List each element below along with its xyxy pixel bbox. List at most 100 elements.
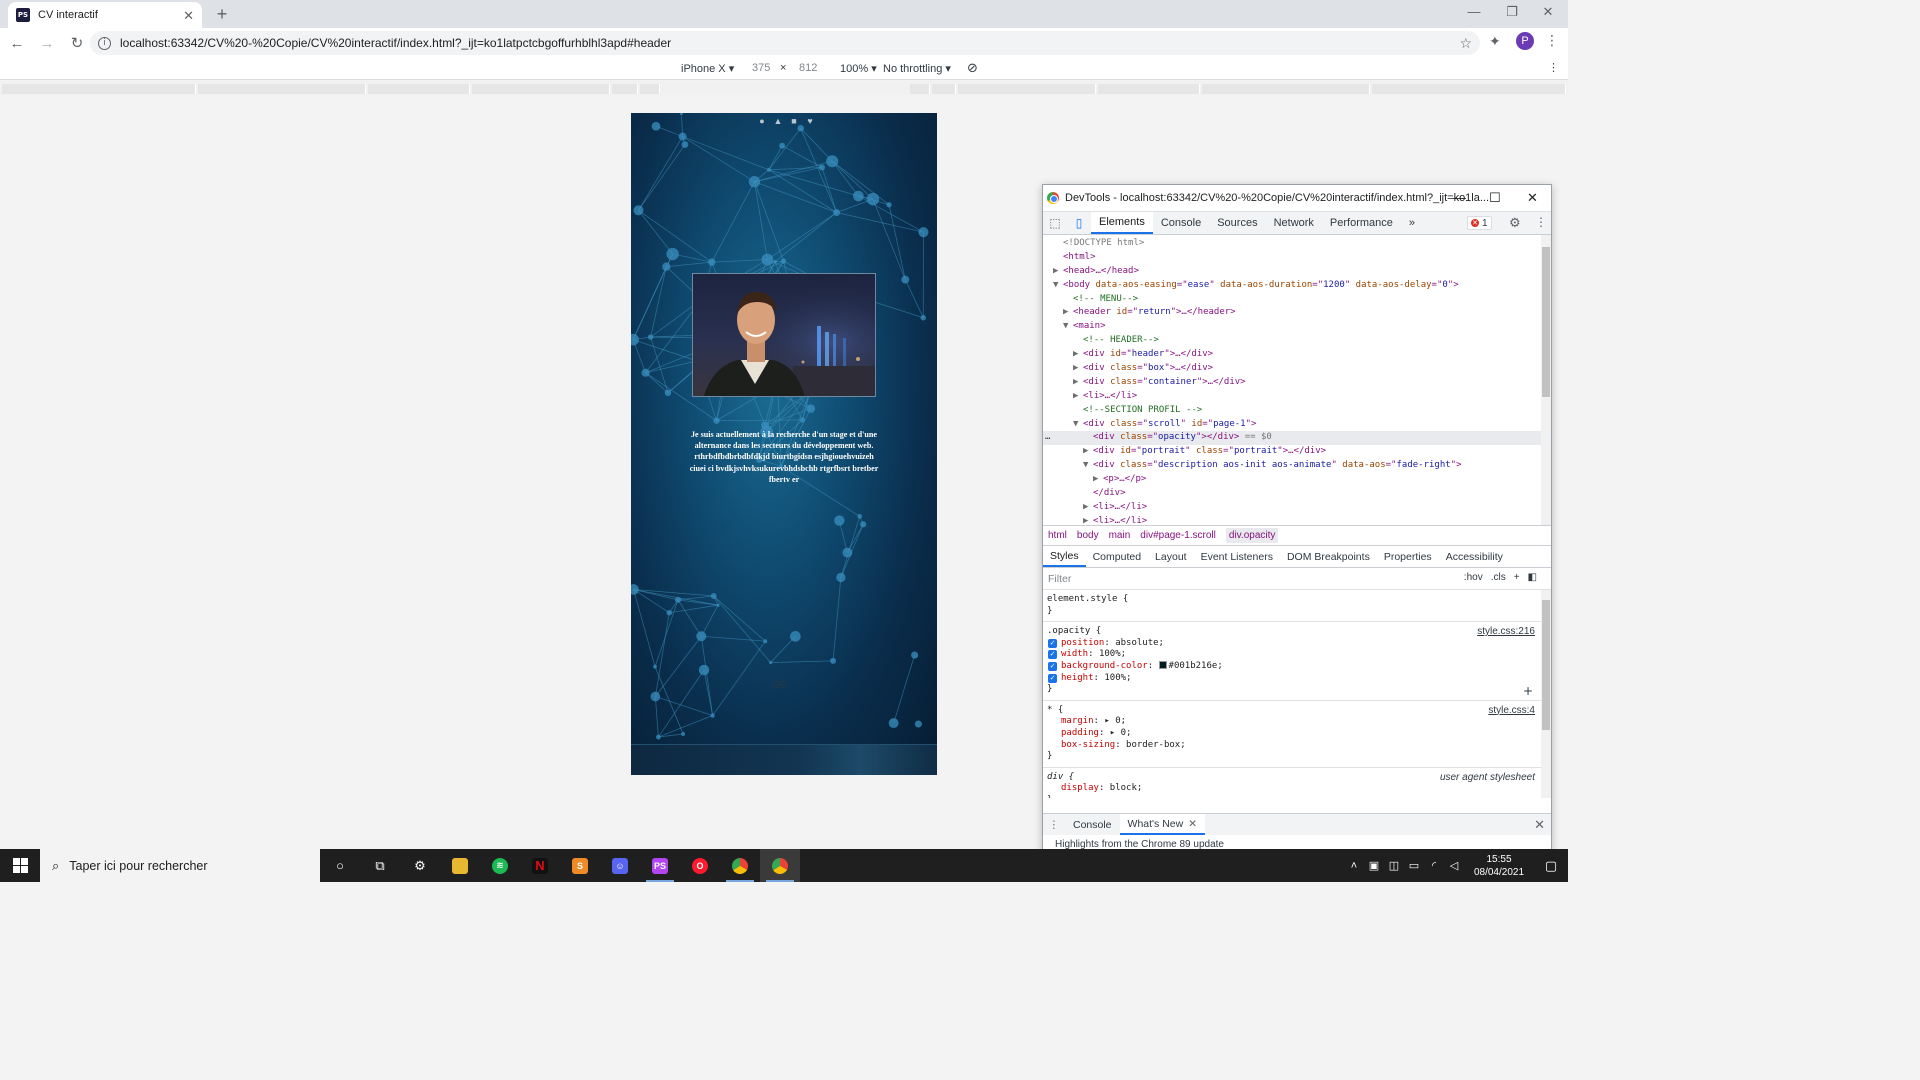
property-name[interactable]: background-color — [1061, 661, 1148, 671]
property-value[interactable]: ▸ 0; — [1110, 728, 1132, 738]
notifications-icon[interactable]: ▢ — [1534, 858, 1568, 874]
minimize-icon[interactable]: — — [1454, 4, 1494, 19]
subtab-styles[interactable]: Styles — [1043, 546, 1086, 567]
property-name[interactable]: height — [1061, 673, 1094, 683]
media-query-segment[interactable] — [2, 84, 196, 94]
tab-elements[interactable]: Elements — [1091, 212, 1153, 234]
tab-performance[interactable]: Performance — [1322, 212, 1401, 234]
property-value[interactable]: 100%; — [1099, 649, 1126, 659]
dom-node[interactable]: <!-- HEADER--> — [1043, 334, 1551, 348]
dom-node[interactable]: ▶ <p>…</p> — [1043, 473, 1551, 487]
media-query-segment[interactable] — [612, 84, 638, 94]
css-declaration[interactable]: ✓ position: absolute; — [1047, 638, 1547, 650]
profile-avatar[interactable]: P — [1516, 32, 1534, 50]
graduation-cap-icon[interactable]: ▲ — [773, 116, 783, 126]
battery-icon[interactable]: ▭ — [1404, 859, 1424, 872]
drawer-menu-icon[interactable]: ⋮ — [1043, 814, 1065, 835]
property-value[interactable]: ▸ 0; — [1104, 716, 1126, 726]
scrollbar-thumb[interactable] — [1542, 247, 1550, 397]
dom-node[interactable]: ▶ <div id="portrait" class="portrait">…</… — [1043, 445, 1551, 459]
dom-node[interactable]: <!DOCTYPE html> — [1043, 237, 1551, 251]
heart-icon[interactable]: ♥ — [805, 116, 815, 126]
rotate-disabled-icon[interactable]: ⊘ — [967, 60, 978, 76]
css-declaration[interactable]: margin: ▸ 0; — [1047, 716, 1547, 728]
property-value[interactable]: 100%; — [1104, 673, 1131, 683]
discord-icon[interactable]: ☺ — [600, 849, 640, 882]
new-tab-button[interactable]: + — [212, 4, 232, 24]
dom-node[interactable]: ▶ <div class="container">…</div> — [1043, 376, 1551, 390]
tab-sources[interactable]: Sources — [1209, 212, 1265, 234]
phpstorm-icon[interactable]: PS — [640, 849, 680, 882]
css-declaration[interactable]: box-sizing: border-box; — [1047, 740, 1547, 752]
scroll-down-icon[interactable]: ⊙⊙ — [772, 678, 789, 691]
styles-scrollbar[interactable] — [1541, 590, 1551, 798]
rule-selector[interactable]: * { — [1047, 705, 1547, 717]
property-value[interactable]: block; — [1110, 783, 1143, 793]
property-name[interactable]: margin — [1061, 716, 1094, 726]
property-value[interactable]: border-box; — [1126, 740, 1186, 750]
steam-icon[interactable]: ⚙ — [400, 849, 440, 882]
media-query-segment[interactable] — [1098, 84, 1200, 94]
breadcrumb-item[interactable]: html — [1048, 530, 1067, 541]
breadcrumb-item[interactable]: body — [1077, 530, 1099, 541]
restore-icon[interactable]: ❐ — [1492, 4, 1532, 20]
error-counter[interactable]: ✕ 1 — [1467, 216, 1492, 230]
property-name[interactable]: width — [1061, 649, 1088, 659]
media-query-segment[interactable] — [472, 84, 610, 94]
task-view-icon[interactable]: ⧉ — [360, 849, 400, 882]
dom-node[interactable]: ▶ <li>…</li> — [1043, 515, 1551, 525]
dom-node-selected[interactable]: … <div class="opacity"></div> == $0 — [1043, 431, 1551, 446]
declaration-checkbox[interactable]: ✓ — [1048, 673, 1057, 683]
property-name[interactable]: padding — [1061, 728, 1099, 738]
tab-close-icon[interactable]: ✕ — [183, 9, 194, 22]
more-tabs-icon[interactable]: » — [1401, 212, 1423, 234]
zoom-select[interactable]: 100% ▾ — [840, 62, 877, 75]
rule-selector[interactable]: .opacity { — [1047, 626, 1547, 638]
chrome-taskbar-icon-active[interactable] — [760, 849, 800, 882]
media-query-segment[interactable] — [958, 84, 1096, 94]
capture-icon[interactable]: ◫ — [1384, 859, 1404, 872]
emulated-page[interactable]: ● ▲ ■ ♥ Je suis actuellement à la recher… — [631, 113, 937, 775]
media-query-segment[interactable] — [1372, 84, 1566, 94]
settings-gear-icon[interactable]: ⚙ — [1509, 215, 1521, 231]
back-arrow-icon[interactable]: ← — [4, 30, 30, 56]
briefcase-icon[interactable]: ■ — [789, 116, 799, 126]
device-height-input[interactable]: 812 — [799, 62, 817, 74]
dom-node[interactable]: ▼ <main> — [1043, 320, 1551, 334]
subtab-event-listeners[interactable]: Event Listeners — [1194, 546, 1280, 567]
rule-selector[interactable]: element.style { — [1047, 594, 1547, 606]
property-name[interactable]: position — [1061, 638, 1104, 648]
declaration-checkbox[interactable]: ✓ — [1048, 661, 1057, 671]
tab-network[interactable]: Network — [1266, 212, 1322, 234]
rule-source-link[interactable]: style.css:216 — [1477, 626, 1535, 638]
elements-scrollbar[interactable] — [1541, 235, 1551, 525]
property-value[interactable]: absolute; — [1115, 638, 1164, 648]
dom-node[interactable]: ▼ <div class="scroll" id="page-1"> — [1043, 418, 1551, 432]
reload-icon[interactable]: ↻ — [64, 30, 90, 56]
dom-node[interactable]: ▶ <div id="header">…</div> — [1043, 348, 1551, 362]
media-query-segment[interactable] — [368, 84, 470, 94]
cls-toggle[interactable]: .cls — [1491, 572, 1506, 583]
meet-now-icon[interactable]: ▣ — [1364, 859, 1384, 872]
bookmark-star-icon[interactable]: ☆ — [1459, 35, 1472, 52]
css-declaration[interactable]: ✓ background-color: #001b216e; — [1047, 660, 1547, 673]
css-declaration[interactable]: display: block; — [1047, 783, 1547, 795]
dom-node[interactable]: ▼ <div class="description aos-init aos-an… — [1043, 459, 1551, 473]
new-rule-icon[interactable]: + — [1514, 572, 1520, 583]
media-query-segment[interactable] — [910, 84, 930, 94]
breadcrumb-item[interactable]: div#page-1.scroll — [1140, 530, 1216, 541]
inspect-element-icon[interactable]: ⬚ — [1043, 212, 1067, 234]
devtools-menu-icon[interactable]: ⋮ — [1535, 215, 1547, 229]
url-text[interactable]: localhost:63342/CV%20-%20Copie/CV%20inte… — [120, 36, 671, 50]
device-toggle-icon[interactable]: ▯ — [1067, 212, 1091, 234]
dom-node[interactable]: <html> — [1043, 251, 1551, 265]
css-declaration[interactable]: padding: ▸ 0; — [1047, 728, 1547, 740]
drawer-tab-console[interactable]: Console — [1065, 814, 1120, 835]
breadcrumb-item[interactable]: div.opacity — [1225, 528, 1279, 543]
device-width-input[interactable]: 375 — [752, 62, 770, 74]
subtab-layout[interactable]: Layout — [1148, 546, 1194, 567]
info-icon[interactable]: i — [98, 36, 111, 50]
chrome-menu-icon[interactable]: ⋮ — [1545, 32, 1559, 49]
styles-filter-input[interactable]: Filter — [1048, 573, 1071, 585]
css-declaration[interactable]: ✓ height: 100%; — [1047, 673, 1547, 685]
